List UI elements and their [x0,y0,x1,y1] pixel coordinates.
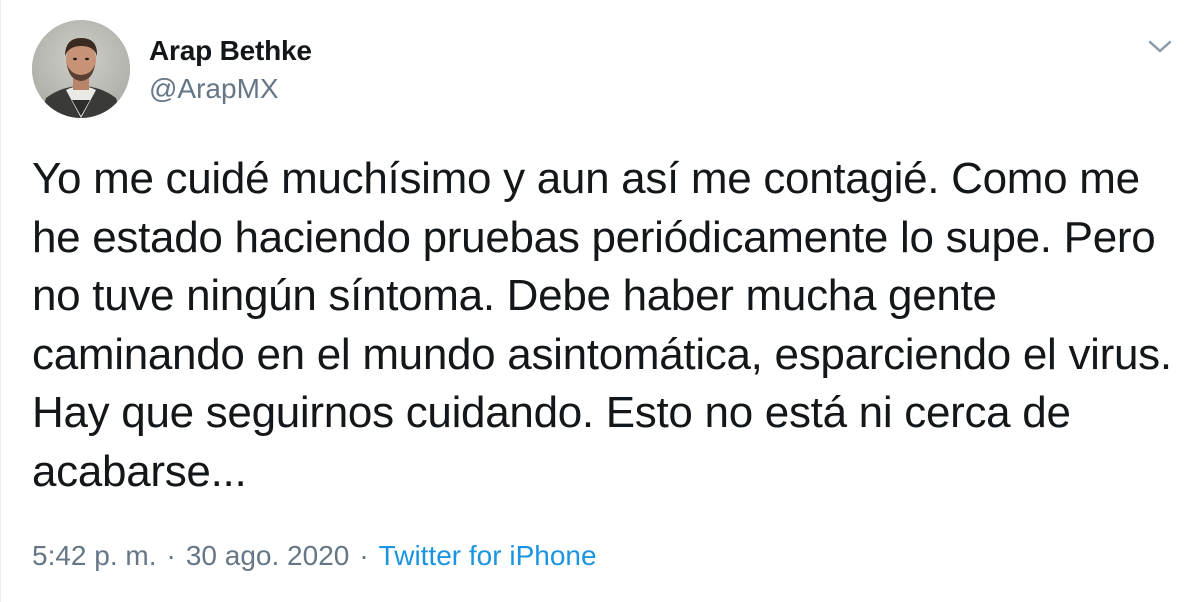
display-name[interactable]: Arap Bethke [149,34,312,68]
author-block[interactable]: Arap Bethke @ArapMX [149,34,312,106]
tweet-card: Arap Bethke @ArapMX Yo me cuidé muchísim… [0,0,1196,602]
meta-separator: · [359,540,369,571]
tweet-source-link[interactable]: Twitter for iPhone [379,540,597,571]
meta-separator: · [166,540,176,571]
tweet-time[interactable]: 5:42 p. m. [32,540,157,571]
chevron-down-icon[interactable] [1146,34,1174,58]
avatar-photo [32,20,130,118]
username-handle[interactable]: @ArapMX [149,72,312,106]
tweet-date[interactable]: 30 ago. 2020 [186,540,350,571]
card-border [0,0,1,602]
tweet-text: Yo me cuidé muchísimo y aun así me conta… [32,154,1172,496]
tweet-metadata: 5:42 p. m. · 30 ago. 2020 · Twitter for iPho… [32,536,597,576]
avatar[interactable] [32,20,130,118]
